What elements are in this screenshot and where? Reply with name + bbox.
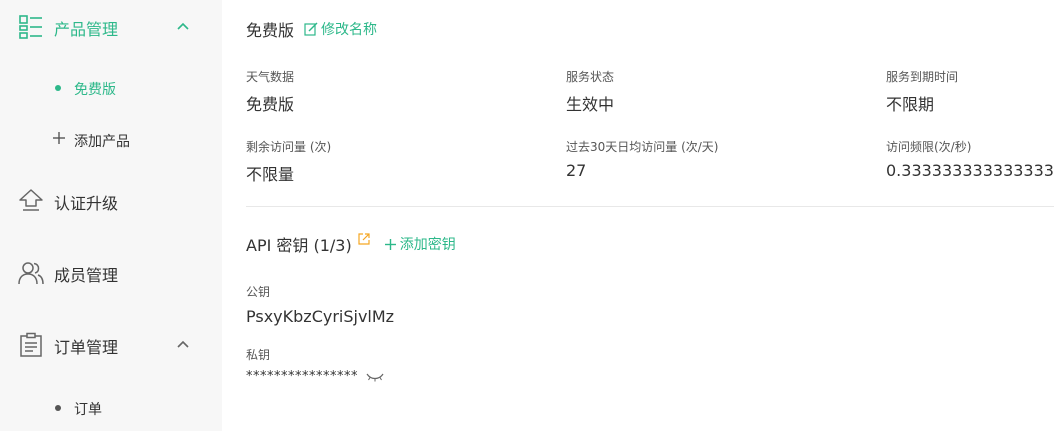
sidebar-item-free-plan[interactable]: 免费版 xyxy=(0,68,222,108)
stat-key: 剩余访问量 (次) xyxy=(246,140,332,154)
nav-product-management-label: 产品管理 xyxy=(54,20,119,39)
members-icon xyxy=(18,262,44,285)
stat-service-status: 服务状态 生效中 xyxy=(566,68,866,115)
stat-daily-average: 过去30天日均访问量 (次/天) 27 xyxy=(566,138,866,180)
edit-name-link[interactable]: 修改名称 xyxy=(304,19,377,39)
plan-title-row: 免费版 修改名称 xyxy=(246,18,377,40)
plus-icon xyxy=(384,238,396,250)
private-key-row: **************** xyxy=(246,369,384,384)
private-key-label: 私钥 xyxy=(246,348,271,362)
sidebar-item-orders[interactable]: 订单 xyxy=(0,388,222,428)
api-key-title: API 密钥 (1/3) xyxy=(246,236,352,255)
public-key-label: 公钥 xyxy=(246,285,271,299)
bullet-dot xyxy=(55,85,61,91)
sidebar-item-add-product-label: 添加产品 xyxy=(74,134,130,150)
upgrade-icon xyxy=(19,189,43,211)
private-key-mask: **************** xyxy=(246,369,358,384)
section-divider xyxy=(246,206,1054,207)
main-content: 免费版 修改名称 天气数据 免费版 服务状态 生效中 服务到期时间 不限期 剩余… xyxy=(222,0,1054,431)
api-key-title-row: API 密钥 (1/3) 添加密钥 xyxy=(246,233,456,255)
sidebar-item-orders-label: 订单 xyxy=(74,402,102,418)
stat-rate-limit: 访问频限(次/秒) 0.3333333333333333 xyxy=(886,138,1054,180)
sidebar-item-add-product[interactable]: 添加产品 xyxy=(0,120,222,160)
stat-value: 不限期 xyxy=(886,95,935,114)
stat-key: 天气数据 xyxy=(246,70,295,84)
edit-name-label: 修改名称 xyxy=(321,22,378,38)
nav-order-management-label: 订单管理 xyxy=(54,338,119,357)
stat-remaining-quota: 剩余访问量 (次) 不限量 xyxy=(246,138,546,185)
chevron-up-icon[interactable] xyxy=(174,18,192,36)
stat-weather-data: 天气数据 免费版 xyxy=(246,68,546,115)
stat-key: 过去30天日均访问量 (次/天) xyxy=(566,140,719,154)
nav-member-management[interactable]: 成员管理 xyxy=(0,260,222,286)
eye-closed-icon[interactable] xyxy=(366,372,384,382)
chevron-up-icon[interactable] xyxy=(174,336,192,354)
edit-icon xyxy=(304,22,318,36)
stat-value: 27 xyxy=(566,161,587,180)
stat-key: 访问频限(次/秒) xyxy=(886,140,972,154)
product-grid-icon xyxy=(19,15,42,39)
stat-service-expiry: 服务到期时间 不限期 xyxy=(886,68,1054,115)
bullet-dot xyxy=(55,405,61,411)
nav-order-management[interactable]: 订单管理 xyxy=(0,332,222,358)
sidebar: 产品管理 免费版 添加产品 认证升级 成员管理 订单管理 订单 xyxy=(0,0,222,431)
sidebar-item-free-plan-label: 免费版 xyxy=(74,82,116,98)
stat-value: 免费版 xyxy=(246,95,295,114)
stat-value: 0.3333333333333333 xyxy=(886,161,1054,180)
stat-key: 服务状态 xyxy=(566,70,615,84)
nav-member-management-label: 成员管理 xyxy=(54,266,119,285)
plus-icon xyxy=(53,132,65,144)
page-title: 免费版 xyxy=(246,21,295,40)
external-link-icon[interactable] xyxy=(358,233,370,245)
public-key-value: PsxyKbzCyriSjvlMz xyxy=(246,307,395,326)
stat-value: 生效中 xyxy=(566,95,615,114)
add-key-label: 添加密钥 xyxy=(399,237,456,253)
clipboard-icon xyxy=(20,332,42,357)
nav-certification-upgrade[interactable]: 认证升级 xyxy=(0,188,222,214)
stat-value: 不限量 xyxy=(246,165,295,184)
nav-certification-upgrade-label: 认证升级 xyxy=(54,194,119,213)
nav-product-management[interactable]: 产品管理 xyxy=(0,14,222,40)
stat-key: 服务到期时间 xyxy=(886,70,959,84)
add-key-link[interactable]: 添加密钥 xyxy=(384,234,456,254)
